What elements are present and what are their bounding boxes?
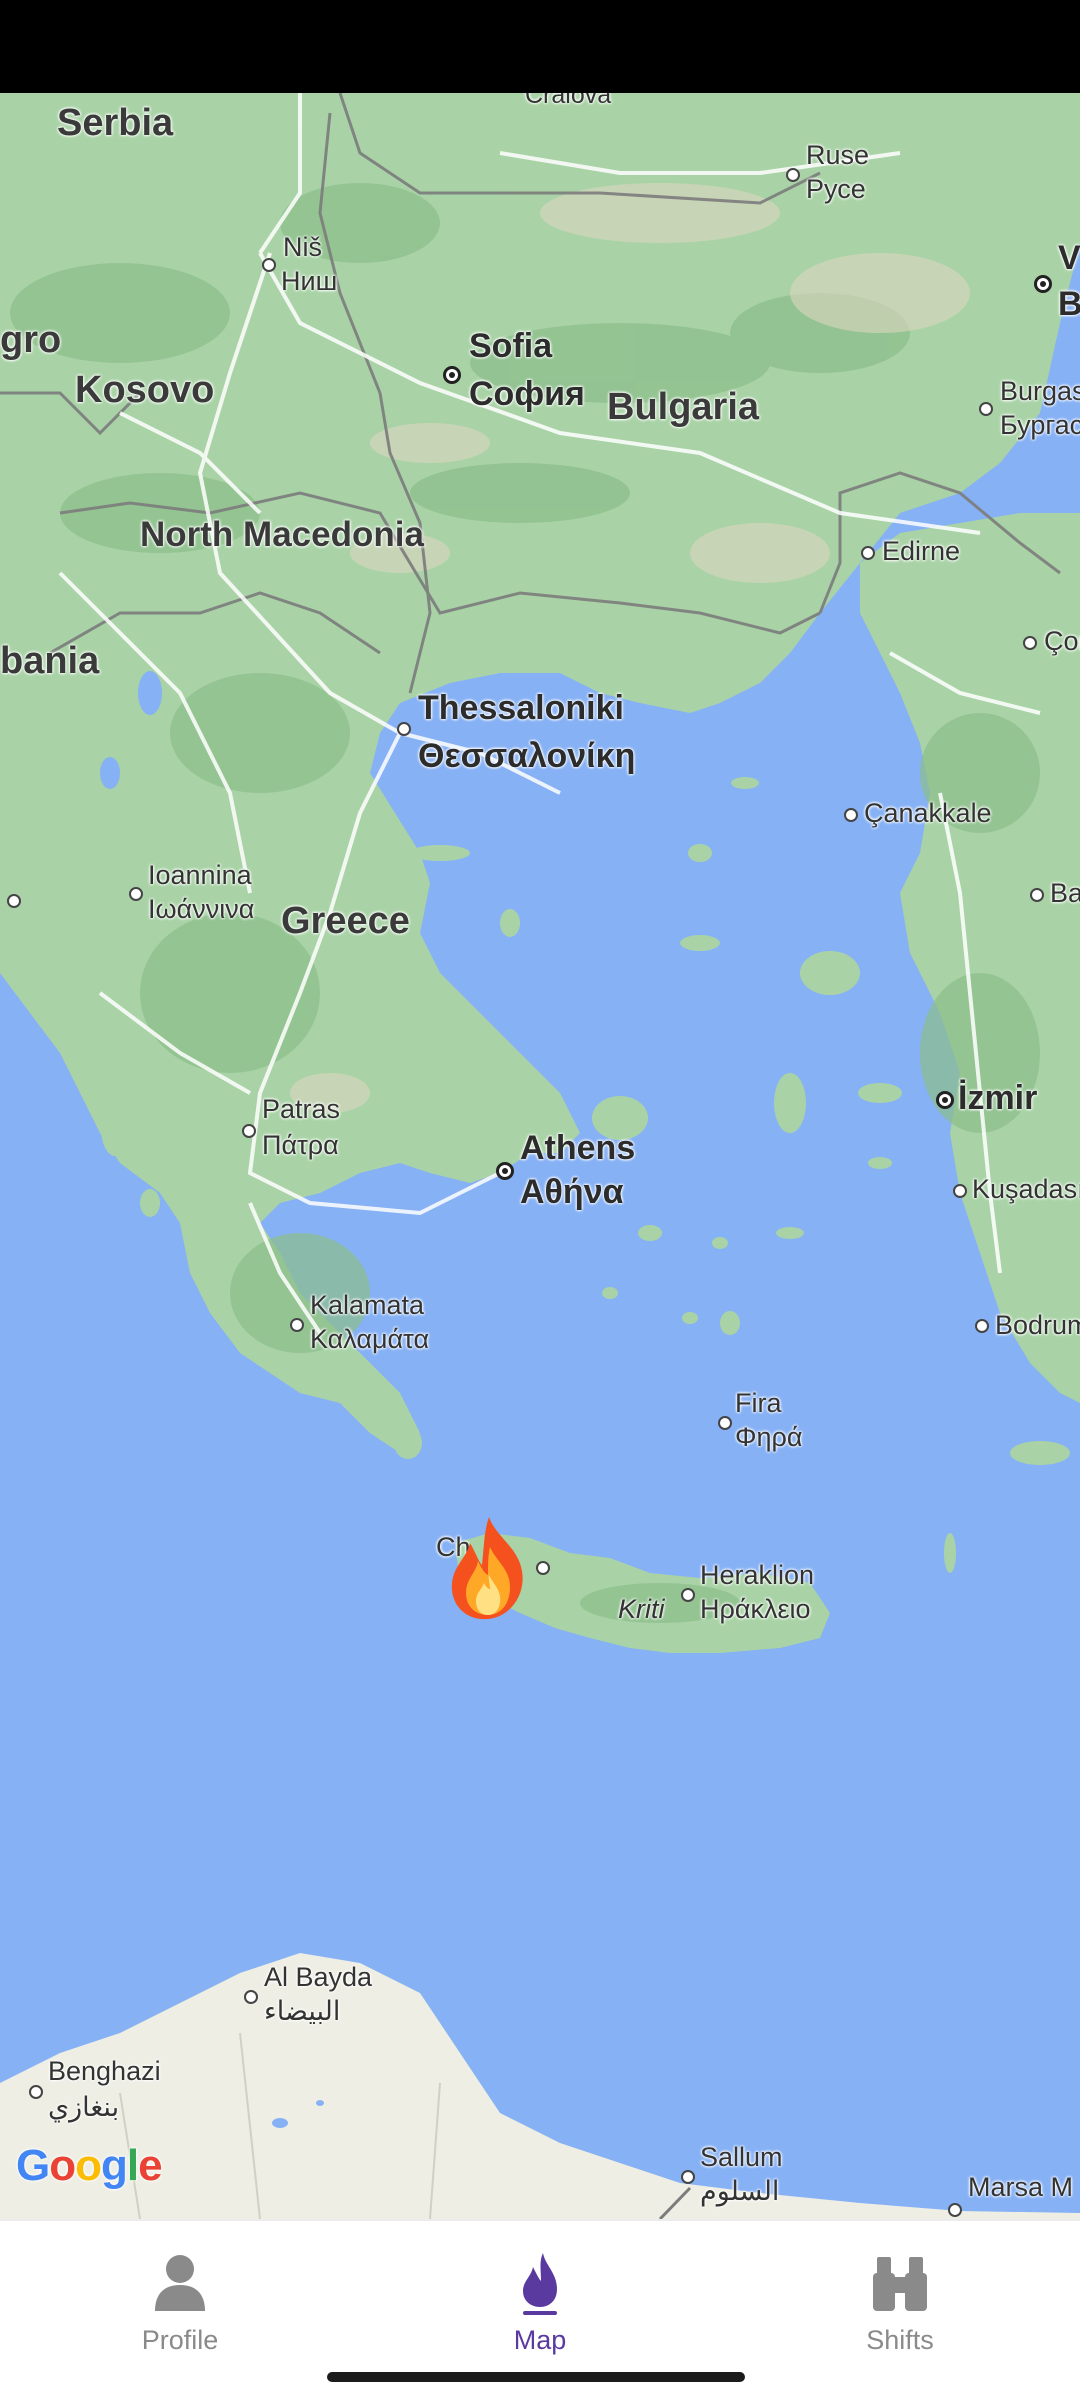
thessaloniki-label: Thessaloniki: [418, 689, 624, 727]
corlu-dot: [1023, 636, 1037, 650]
burgas-dot: [979, 402, 993, 416]
chania-dot: [536, 1561, 550, 1575]
kriti-label: Kriti: [618, 1594, 665, 1624]
nav-map[interactable]: Map: [440, 2249, 640, 2356]
fira-dot: [718, 1416, 732, 1430]
nis-label: Niš: [283, 232, 322, 262]
v-label: V: [1058, 239, 1080, 277]
nav-map-label: Map: [513, 2325, 567, 2355]
nav-shifts[interactable]: Shifts: [800, 2249, 1000, 2356]
nav-shifts-label: Shifts: [866, 2325, 934, 2355]
bulgaria-label: Bulgaria: [607, 386, 760, 428]
athens-dot: [496, 1162, 514, 1180]
benghazi-dot: [29, 2085, 43, 2099]
west-dot: [7, 894, 21, 908]
marsa-label: Marsa M: [968, 2172, 1074, 2202]
ioannina-label: Ioannina: [148, 860, 252, 890]
fira-label: Fira: [735, 1388, 782, 1418]
montenegro-label: gro: [0, 319, 62, 361]
ruse-dot: [786, 168, 800, 182]
sofia-dot: [443, 366, 461, 384]
nav-profile[interactable]: Profile: [80, 2249, 280, 2356]
patras-dot: [242, 1124, 256, 1138]
craiova-label: Craiova: [525, 93, 612, 109]
ruse-label: Ruse: [806, 140, 870, 170]
sofia-local-label: София: [469, 375, 585, 413]
ba-label: Ba: [1050, 878, 1080, 908]
bodrum-label: Bodrum: [995, 1310, 1080, 1340]
map-view[interactable]: Craiova Serbia Ruse Русе Niš Ниш V B gro…: [0, 93, 1080, 2219]
person-icon: [155, 2255, 205, 2311]
ioannina-local-label: Ιωάννινα: [148, 894, 255, 924]
kalamata-local-label: Καλαμάτα: [310, 1324, 430, 1354]
nav-profile-label: Profile: [141, 2325, 219, 2355]
sallum-label: Sallum: [700, 2142, 783, 2172]
edirne-label: Edirne: [882, 536, 961, 566]
bodrum-dot: [975, 1319, 989, 1333]
kosovo-label: Kosovo: [75, 369, 215, 411]
home-indicator[interactable]: [327, 2372, 745, 2382]
ruse-local-label: Русе: [806, 174, 866, 204]
google-logo: Google: [16, 2141, 163, 2190]
kusadasi-label: Kuşadası: [972, 1174, 1080, 1204]
thessaloniki-local-label: Θεσσαλονίκη: [418, 737, 636, 775]
athens-local-label: Αθήνα: [520, 1173, 624, 1211]
ioannina-dot: [129, 887, 143, 901]
sallum-dot: [681, 2170, 695, 2184]
benghazi-label: Benghazi: [48, 2056, 161, 2086]
fira-local-label: Φηρά: [735, 1422, 803, 1452]
albania-label: bania: [0, 640, 100, 682]
heraklion-dot: [681, 1588, 695, 1602]
flame-icon: [523, 2253, 557, 2315]
marsa-dot: [948, 2203, 962, 2217]
heraklion-local-label: Ηράκλειο: [700, 1594, 811, 1624]
athens-label: Athens: [520, 1129, 636, 1167]
sallum-local-label: السلوم: [700, 2176, 780, 2206]
nis-dot: [262, 258, 276, 272]
fire-icon[interactable]: [444, 1513, 534, 1623]
binoculars-icon: [873, 2257, 927, 2311]
serbia-label: Serbia: [57, 102, 174, 144]
izmir-label: İzmir: [958, 1079, 1038, 1117]
patras-label: Patras: [262, 1094, 341, 1124]
b-label: B: [1058, 285, 1080, 323]
sofia-label: Sofia: [469, 327, 553, 365]
burgas-local-label: Бургас: [1000, 410, 1080, 440]
varna-dot: [1034, 275, 1052, 293]
benghazi-local-label: بنغازي: [48, 2092, 120, 2122]
thessaloniki-dot: [397, 722, 411, 736]
kalamata-label: Kalamata: [310, 1290, 425, 1320]
izmir-dot: [936, 1091, 954, 1109]
app-screen: Craiova Serbia Ruse Русе Niš Ниш V B gro…: [0, 0, 1080, 2400]
burgas-label: Burgas: [1000, 376, 1080, 406]
albayda-label: Al Bayda: [264, 1962, 373, 1992]
status-bar: [0, 0, 1080, 93]
nis-local-label: Ниш: [281, 266, 338, 296]
kalamata-dot: [290, 1318, 304, 1332]
north-macedonia-label: North Macedonia: [140, 515, 424, 554]
canakkale-label: Çanakkale: [864, 798, 992, 828]
kusadasi-dot: [953, 1184, 967, 1198]
albayda-local-label: البيضاء: [264, 1996, 341, 2026]
canakkale-dot: [844, 808, 858, 822]
corlu-label: Çor: [1044, 626, 1080, 656]
patras-local-label: Πάτρα: [262, 1130, 339, 1160]
greece-label: Greece: [281, 900, 410, 942]
edirne-dot: [861, 546, 875, 560]
albayda-dot: [244, 1990, 258, 2004]
ba-dot: [1030, 888, 1044, 902]
heraklion-label: Heraklion: [700, 1560, 815, 1590]
